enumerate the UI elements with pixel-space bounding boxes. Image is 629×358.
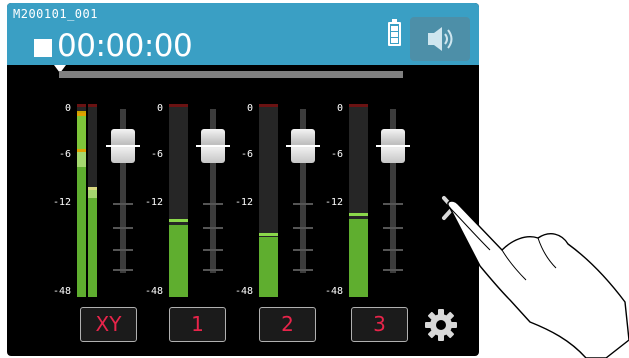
- tick-label: -48: [144, 286, 163, 297]
- fader-knob[interactable]: [196, 129, 230, 163]
- channel-button-xy[interactable]: XY: [80, 307, 137, 342]
- fader-knob[interactable]: [376, 129, 410, 163]
- file-name: M200101_001: [13, 7, 98, 21]
- channel-strip-xy: 0 -6 -12 -48: [53, 99, 151, 309]
- status-bar: M200101_001 00:00:00: [7, 3, 479, 65]
- level-meter: [169, 104, 188, 297]
- channel-button-1[interactable]: 1: [169, 307, 226, 342]
- timecode: 00:00:00: [57, 28, 193, 64]
- tick-label: 0: [156, 103, 163, 114]
- channel-strip-1: 0 -6 -12 -48: [145, 99, 243, 309]
- tick-label: -48: [52, 286, 71, 297]
- progress-track[interactable]: [59, 71, 403, 78]
- fader-knob[interactable]: [286, 129, 320, 163]
- tick-label: -12: [234, 197, 253, 208]
- tick-label: -6: [58, 149, 71, 160]
- tick-label: -6: [150, 149, 163, 160]
- channel-strip-2: 0 -6 -12 -48: [235, 99, 333, 309]
- level-meter: [349, 104, 368, 297]
- tick-label: -12: [324, 197, 343, 208]
- tick-label: -12: [52, 197, 71, 208]
- tick-label: 0: [336, 103, 343, 114]
- tick-label: -6: [330, 149, 343, 160]
- tick-label: -6: [240, 149, 253, 160]
- speaker-icon: [428, 27, 453, 51]
- level-meter-right: [88, 104, 97, 297]
- channel-strip-3: 0 -6 -12 -48: [325, 99, 423, 309]
- battery-icon: [388, 19, 401, 46]
- tick-label: -12: [144, 197, 163, 208]
- level-meter: [259, 104, 278, 297]
- pointing-hand-icon: [447, 200, 629, 358]
- playback-progress[interactable]: [7, 65, 479, 83]
- tick-label: -48: [234, 286, 253, 297]
- stop-icon: [34, 39, 52, 57]
- recorder-screen: M200101_001 00:00:00 0 -6 -12 -48 0 -6 -…: [7, 3, 479, 356]
- tick-label: 0: [246, 103, 253, 114]
- tick-label: 0: [64, 103, 71, 114]
- fader-knob[interactable]: [106, 129, 140, 163]
- level-meter-left: [77, 104, 86, 297]
- speaker-button[interactable]: [410, 17, 470, 61]
- tick-label: -48: [324, 286, 343, 297]
- channel-button-3[interactable]: 3: [351, 307, 408, 342]
- channel-button-2[interactable]: 2: [259, 307, 316, 342]
